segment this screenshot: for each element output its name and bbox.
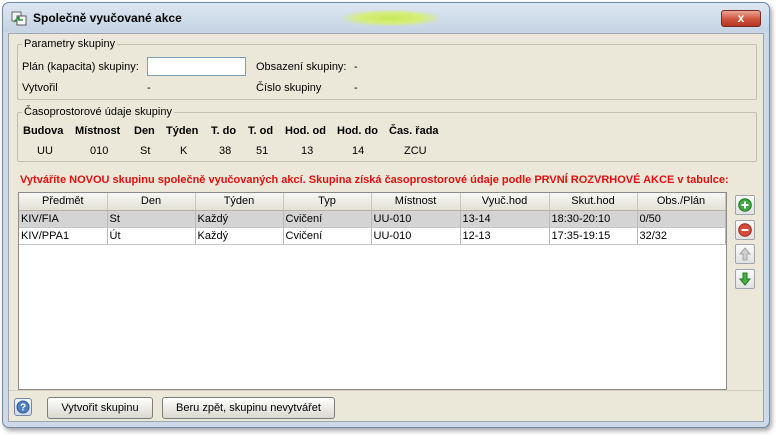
schedule-legend: Časoprostorové údaje skupiny — [24, 106, 172, 118]
cell-week: Každý — [195, 210, 284, 228]
cell-actual-hours: 18:30-20:10 — [549, 210, 638, 228]
cell-day: Út — [107, 227, 196, 245]
cell-occupancy-plan: 32/32 — [637, 227, 726, 245]
cell-teaching-hours: 13-14 — [460, 210, 550, 228]
new-group-notice: Vytváříte NOVOU skupinu společně vyučova… — [20, 174, 729, 186]
plan-capacity-input[interactable] — [147, 57, 246, 76]
week-to-value: 38 — [219, 145, 232, 157]
col-header-week[interactable]: Týden — [195, 193, 284, 211]
day-header: Den — [134, 125, 155, 137]
occupancy-label: Obsazení skupiny: — [256, 61, 347, 73]
add-action-button[interactable] — [735, 195, 755, 215]
cell-week: Každý — [195, 227, 284, 245]
table-row[interactable]: KIV/PPA1 Út Každý Cvičení UU-010 12-13 1… — [19, 227, 726, 245]
plus-icon — [738, 198, 752, 212]
building-value: UU — [37, 145, 53, 157]
help-icon: ? — [16, 400, 30, 414]
created-by-label: Vytvořil — [22, 82, 58, 94]
footer-separator — [9, 390, 763, 391]
week-from-value: 51 — [256, 145, 269, 157]
col-header-teaching-hours[interactable]: Vyuč.hod — [460, 193, 550, 211]
created-by-value: - — [147, 82, 151, 94]
cell-occupancy-plan: 0/50 — [637, 210, 726, 228]
cell-subject: KIV/FIA — [19, 210, 108, 228]
help-button[interactable]: ? — [14, 398, 32, 416]
week-to-header: T. do — [211, 125, 237, 137]
col-header-day[interactable]: Den — [107, 193, 196, 211]
week-value: K — [180, 145, 188, 157]
room-header: Místnost — [75, 125, 121, 137]
arrow-down-icon — [738, 272, 752, 286]
col-header-subject[interactable]: Předmět — [19, 193, 108, 211]
cell-type: Cvičení — [283, 227, 372, 245]
cell-room: UU-010 — [371, 210, 461, 228]
cell-teaching-hours: 12-13 — [460, 227, 550, 245]
table-row[interactable]: KIV/FIA St Každý Cvičení UU-010 13-14 18… — [19, 210, 726, 228]
cell-room: UU-010 — [371, 227, 461, 245]
cancel-group-button[interactable]: Beru zpět, skupinu nevytvářet — [162, 397, 335, 419]
hour-from-value: 13 — [301, 145, 314, 157]
move-down-button[interactable] — [735, 269, 755, 289]
minus-icon — [738, 223, 752, 237]
cell-actual-hours: 17:35-19:15 — [549, 227, 638, 245]
dialog-window: Společně vyučované akce x Parametry skup… — [2, 2, 770, 428]
col-header-room[interactable]: Místnost — [371, 193, 461, 211]
table-header-row: Předmět Den Týden Typ Místnost Vyuč.hod … — [19, 193, 726, 211]
create-group-button[interactable]: Vytvořit skupinu — [47, 397, 153, 419]
col-header-type[interactable]: Typ — [283, 193, 372, 211]
hour-to-value: 14 — [352, 145, 365, 157]
title-bar[interactable]: Společně vyučované akce x — [3, 3, 769, 32]
time-series-header: Čas. řada — [389, 125, 439, 137]
week-from-header: T. od — [248, 125, 274, 137]
cell-subject: KIV/PPA1 — [19, 227, 108, 245]
building-header: Budova — [23, 125, 64, 137]
arrow-up-icon — [738, 247, 752, 261]
col-header-actual-hours[interactable]: Skut.hod — [549, 193, 638, 211]
svg-text:?: ? — [20, 403, 26, 414]
title-highlight — [343, 10, 439, 26]
hour-from-header: Hod. od — [285, 125, 326, 137]
schedule-fieldset: Časoprostorové údaje skupiny — [17, 106, 757, 162]
plan-capacity-label: Plán (kapacita) skupiny: — [22, 61, 139, 73]
hour-to-header: Hod. do — [337, 125, 378, 137]
move-up-button[interactable] — [735, 244, 755, 264]
cell-day: St — [107, 210, 196, 228]
week-header: Týden — [166, 125, 199, 137]
group-number-label: Číslo skupiny — [256, 82, 322, 94]
occupancy-value: - — [354, 61, 358, 73]
remove-action-button[interactable] — [735, 220, 755, 240]
group-parameters-legend: Parametry skupiny — [24, 38, 116, 50]
window-title: Společně vyučované akce — [33, 11, 182, 25]
app-icon — [11, 10, 27, 26]
group-number-value: - — [354, 82, 358, 94]
time-series-value: ZCU — [404, 145, 427, 157]
cell-type: Cvičení — [283, 210, 372, 228]
col-header-occupancy-plan[interactable]: Obs./Plán — [637, 193, 726, 211]
close-button[interactable]: x — [721, 10, 761, 27]
day-value: St — [140, 145, 151, 157]
dialog-content: Parametry skupiny Plán (kapacita) skupin… — [8, 33, 764, 422]
room-value: 010 — [90, 145, 109, 157]
actions-table: Předmět Den Týden Typ Místnost Vyuč.hod … — [18, 192, 727, 390]
